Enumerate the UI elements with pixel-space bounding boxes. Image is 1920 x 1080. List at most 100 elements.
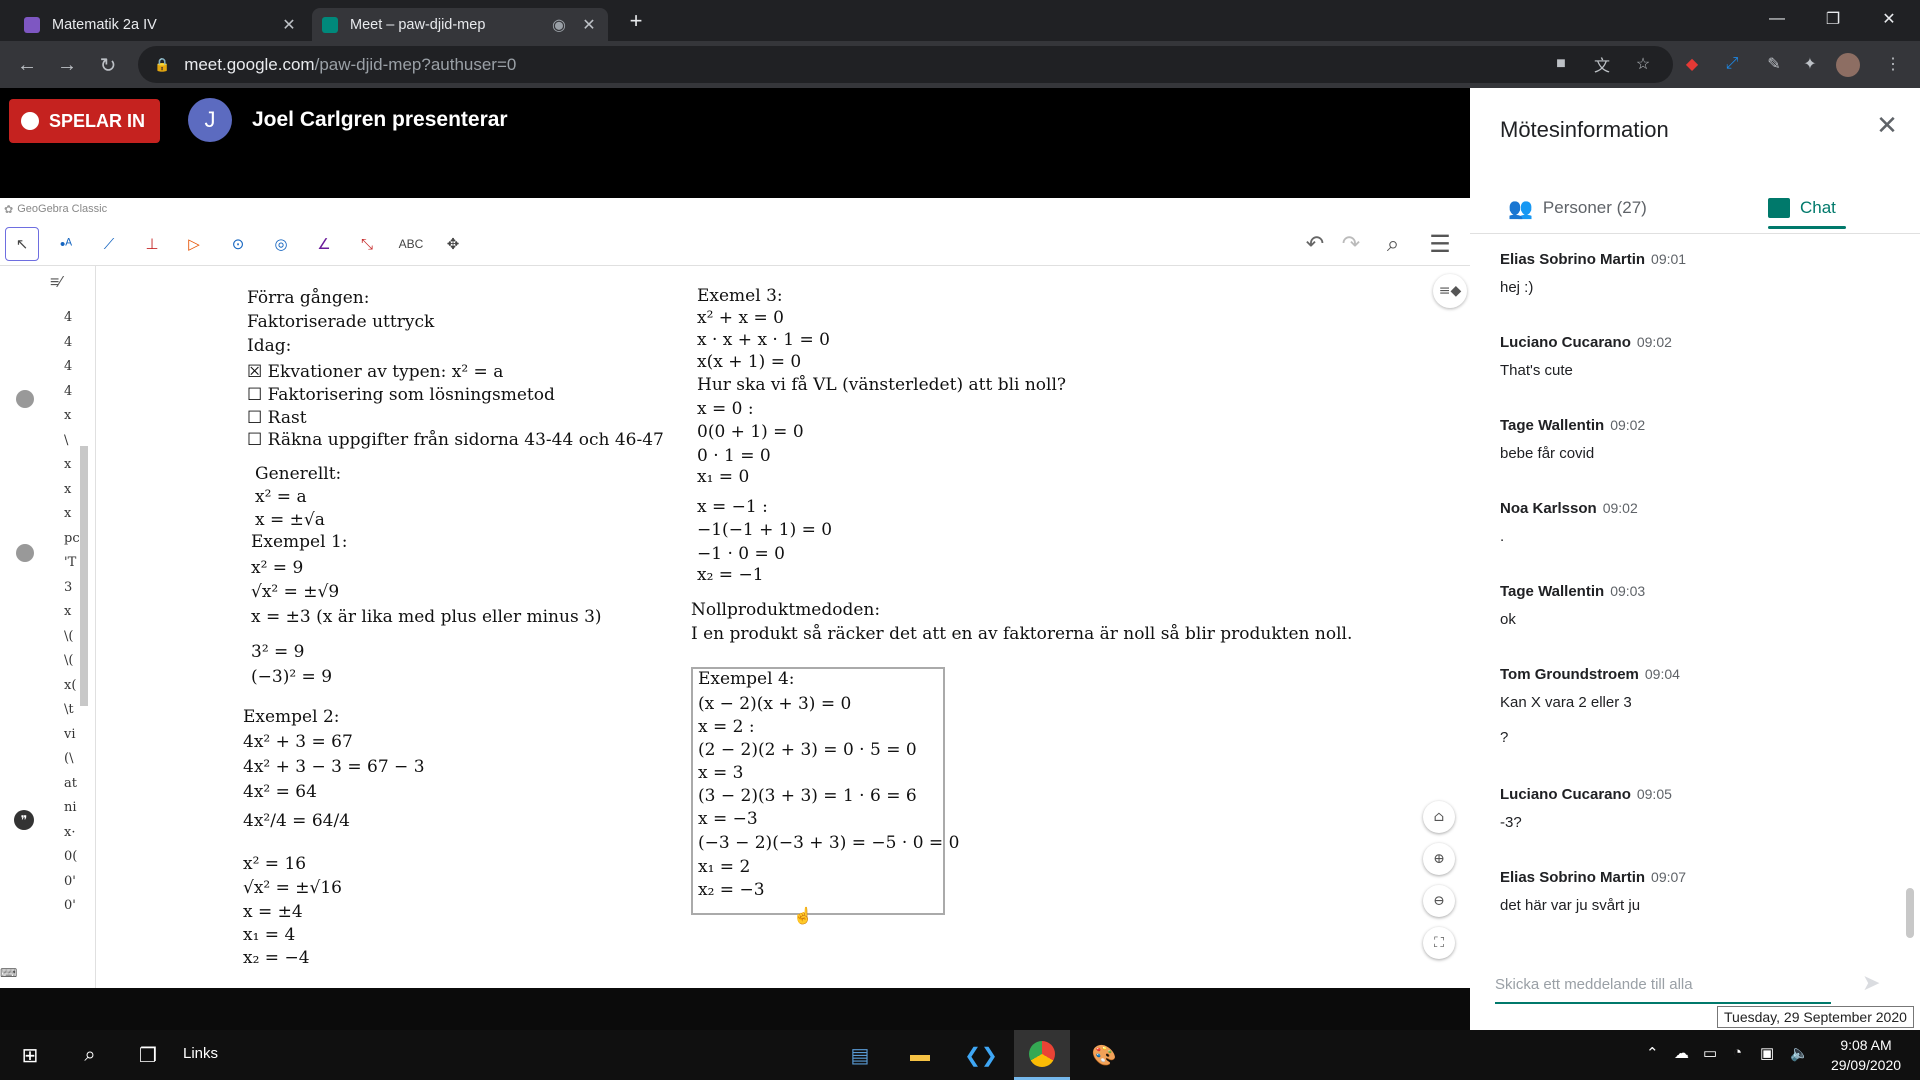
hand-cursor-icon: ☝ [793, 906, 813, 925]
message-time: 09:02 [1636, 334, 1672, 350]
recording-indicator-icon: ◉ [552, 16, 566, 34]
geogebra-window-title: GeoGebra Classic [17, 203, 108, 215]
text-line: 0 · 1 = 0 [697, 446, 771, 466]
back-button[interactable]: ← [13, 51, 41, 79]
search-icon[interactable]: ⌕ [1376, 227, 1410, 261]
meet-favicon-icon [322, 16, 338, 33]
chrome-taskbar-icon[interactable] [1014, 1030, 1070, 1080]
show-hidden-icons-icon[interactable]: ⌃ [1646, 1044, 1659, 1062]
record-tray-icon[interactable]: ▣ [1760, 1044, 1774, 1062]
algebra-scrollbar[interactable] [80, 446, 88, 706]
reload-button[interactable]: ↻ [94, 51, 122, 79]
text-line: Generellt: [255, 464, 342, 484]
close-tab-icon[interactable]: ✕ [578, 15, 600, 35]
active-tab-indicator [1768, 226, 1846, 229]
text-line: x² + x = 0 [697, 308, 784, 328]
redo-icon[interactable]: ↷ [1334, 227, 1368, 261]
text-line: x = ±√a [255, 510, 325, 530]
close-panel-icon[interactable]: ✕ [1870, 110, 1904, 141]
line-tool-icon[interactable]: ⟋ [92, 227, 126, 261]
text-line: 4x² + 3 − 3 = 67 − 3 [243, 757, 425, 777]
onedrive-icon[interactable]: ☁ [1674, 1044, 1689, 1062]
perpendicular-tool-icon[interactable]: ⊥ [135, 227, 169, 261]
chrome-menu-icon[interactable]: ⋮ [1882, 53, 1904, 75]
bookmark-star-icon[interactable]: ☆ [1632, 53, 1654, 75]
search-icon[interactable]: ⌕ [62, 1030, 118, 1080]
text-line: x = 2 : [698, 717, 755, 737]
close-tab-icon[interactable]: ✕ [278, 15, 300, 35]
tab-chat[interactable]: Chat [1768, 188, 1836, 228]
windows-start-icon[interactable]: ⊞ [2, 1030, 58, 1080]
hamburger-menu-icon[interactable]: ☰ [1423, 227, 1457, 261]
links-toolbar-label[interactable]: Links [183, 1045, 218, 1062]
message-time: 09:02 [1602, 500, 1638, 516]
angle-tool-icon[interactable]: ∠ [307, 227, 341, 261]
recording-badge[interactable]: SPELAR IN [9, 99, 160, 143]
text-line: x₂ = −1 [697, 565, 764, 585]
app-icon[interactable]: ▤ [832, 1030, 888, 1080]
keyboard-icon[interactable]: ⌨ [0, 966, 32, 984]
text-line: x · x + x · 1 = 0 [697, 330, 830, 350]
tab-chat-label: Chat [1800, 198, 1836, 217]
extension-color-icon[interactable]: ◆ [1681, 53, 1703, 75]
visibility-toggle-icon[interactable] [16, 544, 34, 562]
message-sender: Noa Karlsson [1500, 500, 1597, 517]
message-sender: Tage Wallentin [1500, 583, 1605, 600]
close-window-button[interactable]: ✕ [1866, 0, 1912, 38]
extension-pen-icon[interactable]: ✎ [1763, 53, 1785, 75]
circle-tool-icon[interactable]: ⊙ [221, 227, 255, 261]
address-bar[interactable]: 🔒 meet.google.com/paw-djid-mep?authuser=… [138, 46, 1673, 83]
ellipse-tool-icon[interactable]: ◎ [264, 227, 298, 261]
text-tool-icon[interactable]: ABC [393, 227, 429, 261]
polygon-tool-icon[interactable]: ▷ [177, 227, 211, 261]
new-tab-button[interactable]: + [624, 8, 648, 34]
fullscreen-icon[interactable]: ⛶ [1423, 927, 1455, 959]
text-line: ☐ Rast [247, 408, 307, 428]
home-view-icon[interactable]: ⌂ [1423, 801, 1455, 833]
file-explorer-icon[interactable]: ▬ [892, 1030, 948, 1080]
geogebra-toolbar: ↖ •ᴬ ⟋ ⊥ ▷ ⊙ ◎ ∠ ⤡ ABC ✥ ↶ ↷ ⌕ ☰ [0, 220, 1470, 266]
minimize-window-button[interactable]: — [1754, 0, 1800, 38]
browser-tab-meet[interactable]: Meet – paw-djid-mep ◉ ✕ [312, 8, 608, 41]
text-line: x₂ = −4 [243, 948, 310, 968]
tab-people[interactable]: 👥 Personer (27) [1508, 188, 1647, 228]
algebra-view[interactable]: ≡∕ ❞ ⌨ 4 4 4 4 x \ x x x pc 'T 3 x \( \(… [0, 266, 96, 988]
volume-icon[interactable]: 🔈 [1790, 1044, 1809, 1062]
send-icon[interactable]: ➤ [1862, 970, 1880, 996]
panel-title: Mötesinformation [1500, 117, 1669, 142]
record-dot-icon [21, 112, 39, 130]
text-line: x(x + 1) = 0 [697, 352, 802, 372]
algebra-menu-icon[interactable]: ≡∕ [50, 274, 62, 292]
paint-icon[interactable]: 🎨 [1076, 1030, 1132, 1080]
reflect-tool-icon[interactable]: ⤡ [350, 227, 384, 261]
move-view-tool-icon[interactable]: ✥ [436, 227, 470, 261]
extension-arrow-icon[interactable]: ⤢ [1721, 53, 1743, 75]
graphics-view[interactable]: ≡◆ Förra gången: Faktoriserade uttryck I… [97, 266, 1470, 988]
vscode-icon[interactable]: ❮❯ [953, 1030, 1009, 1080]
text-line: (x − 2)(x + 3) = 0 [698, 694, 852, 714]
forward-button[interactable]: → [53, 51, 81, 79]
chat-message-input[interactable]: Skicka ett meddelande till alla [1495, 976, 1831, 1004]
text-line: ☐ Faktorisering som lösningsmetod [247, 385, 555, 405]
message-text: -3? [1500, 814, 1522, 831]
clock[interactable]: 9:08 AM 29/09/2020 [1826, 1035, 1906, 1075]
chat-scrollbar[interactable] [1906, 888, 1914, 938]
camera-icon[interactable]: ■ [1550, 53, 1572, 75]
battery-icon[interactable]: ▭ [1703, 1044, 1717, 1062]
browser-tab-classroom[interactable]: Matematik 2a IV ✕ [14, 8, 308, 41]
wifi-icon[interactable]: ◔ [1733, 1044, 1742, 1061]
point-tool-icon[interactable]: •ᴬ [49, 227, 83, 261]
extensions-puzzle-icon[interactable]: ✦ [1799, 53, 1821, 75]
move-tool-icon[interactable]: ↖ [5, 227, 39, 261]
zoom-out-icon[interactable]: ⊖ [1423, 885, 1455, 917]
task-view-icon[interactable]: ❐ [120, 1030, 176, 1080]
text-line: (3 − 2)(3 + 3) = 1 · 6 = 6 [698, 786, 917, 806]
profile-avatar[interactable] [1836, 53, 1860, 77]
undo-icon[interactable]: ↶ [1298, 227, 1332, 261]
restore-window-button[interactable]: ❐ [1810, 0, 1856, 38]
graphics-style-icon[interactable]: ≡◆ [1433, 274, 1467, 308]
zoom-in-icon[interactable]: ⊕ [1423, 843, 1455, 875]
url-path: /paw-djid-mep?authuser=0 [314, 54, 517, 74]
visibility-toggle-icon[interactable] [16, 390, 34, 408]
translate-icon[interactable]: 文 [1591, 53, 1613, 75]
